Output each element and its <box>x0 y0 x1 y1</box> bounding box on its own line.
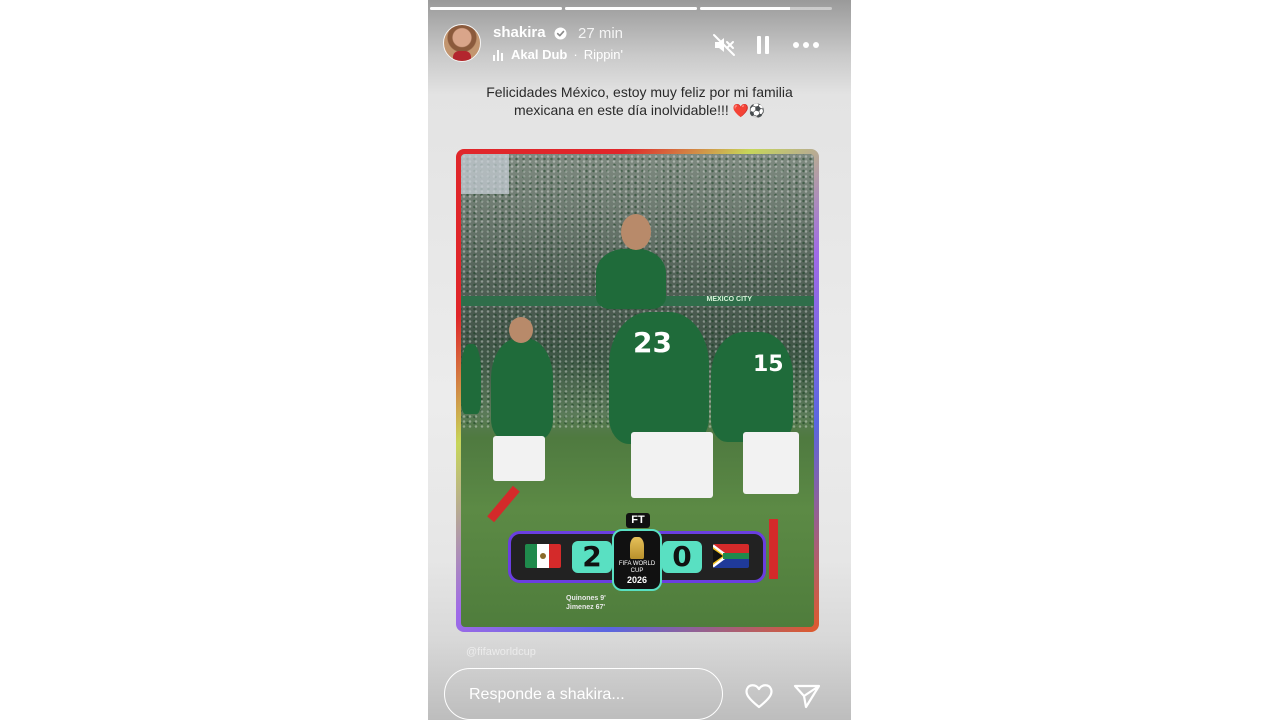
story-progress <box>430 7 832 10</box>
goal-scorers: Quinones 9' Jimenez 67' <box>566 594 606 612</box>
player-sock <box>487 485 520 523</box>
scoreboard: 2 0 FIFA WORLD CUP 2026 FT <box>511 513 763 591</box>
avatar[interactable] <box>443 24 481 62</box>
more-options-button[interactable] <box>791 32 821 58</box>
tournament-name: FIFA WORLD CUP <box>618 561 656 574</box>
player-head <box>509 317 533 343</box>
music-separator: · <box>573 47 578 62</box>
world-cup-badge: FIFA WORLD CUP 2026 <box>612 529 662 591</box>
away-score: 0 <box>672 540 692 573</box>
player-left <box>491 339 553 439</box>
share-button[interactable] <box>792 682 822 710</box>
progress-segment-current <box>700 7 832 10</box>
verified-badge-icon <box>554 27 567 40</box>
player-shorts <box>493 436 545 481</box>
progress-segment <box>565 7 697 10</box>
post-photo: MEXICO CITY 23 15 2 0 FIFA WORLD CUP 202… <box>461 154 814 627</box>
send-icon <box>793 684 821 709</box>
like-button[interactable] <box>744 682 774 710</box>
south-africa-flag-icon <box>713 544 749 568</box>
story-time: 27 min <box>578 25 624 42</box>
mexico-flag-icon <box>525 544 561 568</box>
music-bars-icon <box>493 49 505 61</box>
jersey-number: 23 <box>633 326 672 359</box>
story-caption: Felicidades México, estoy muy feliz por … <box>448 83 831 121</box>
home-score: 2 <box>582 540 602 573</box>
music-artist: Akal Dub <box>511 47 568 62</box>
scorer: Jimenez 67' <box>566 604 606 611</box>
more-icon <box>793 42 819 48</box>
stadium-screen <box>461 154 509 194</box>
player-sock <box>769 519 778 579</box>
scorer: Quinones 9' <box>566 595 606 602</box>
tournament-year: 2026 <box>626 575 648 585</box>
match-status: FT <box>626 513 650 528</box>
post-watermark: @fifaworldcup <box>466 646 536 658</box>
player-head <box>621 214 651 250</box>
player-shorts <box>743 432 799 494</box>
caption-line-2: mexicana en este día inolvidable!!! <box>513 102 729 118</box>
caption-emoji: ❤️⚽ <box>732 104 766 119</box>
trophy-icon <box>630 537 644 559</box>
username[interactable]: shakira <box>493 24 546 41</box>
pause-button[interactable] <box>751 32 775 58</box>
muted-icon <box>713 34 735 56</box>
player-top <box>596 249 666 309</box>
story-viewer[interactable]: shakira 27 min Akal Dub · Rippin' Felici… <box>428 0 851 720</box>
jersey-number-right: 15 <box>753 352 784 377</box>
music-track: Rippin' <box>583 47 624 62</box>
music-attribution[interactable]: Akal Dub · Rippin' <box>493 47 623 62</box>
pause-icon <box>757 36 769 54</box>
shared-post-card[interactable]: MEXICO CITY 23 15 2 0 FIFA WORLD CUP 202… <box>456 149 819 632</box>
reply-input[interactable]: Responde a shakira... <box>444 668 723 720</box>
mute-button[interactable] <box>711 32 737 58</box>
caption-line-1: Felicidades México, estoy muy feliz por … <box>486 84 793 100</box>
player-right <box>711 332 793 442</box>
player-shorts <box>631 432 713 498</box>
player-edge <box>461 344 481 414</box>
heart-icon <box>745 684 773 709</box>
story-header: shakira 27 min Akal Dub · Rippin' <box>443 22 831 66</box>
progress-segment <box>430 7 562 10</box>
